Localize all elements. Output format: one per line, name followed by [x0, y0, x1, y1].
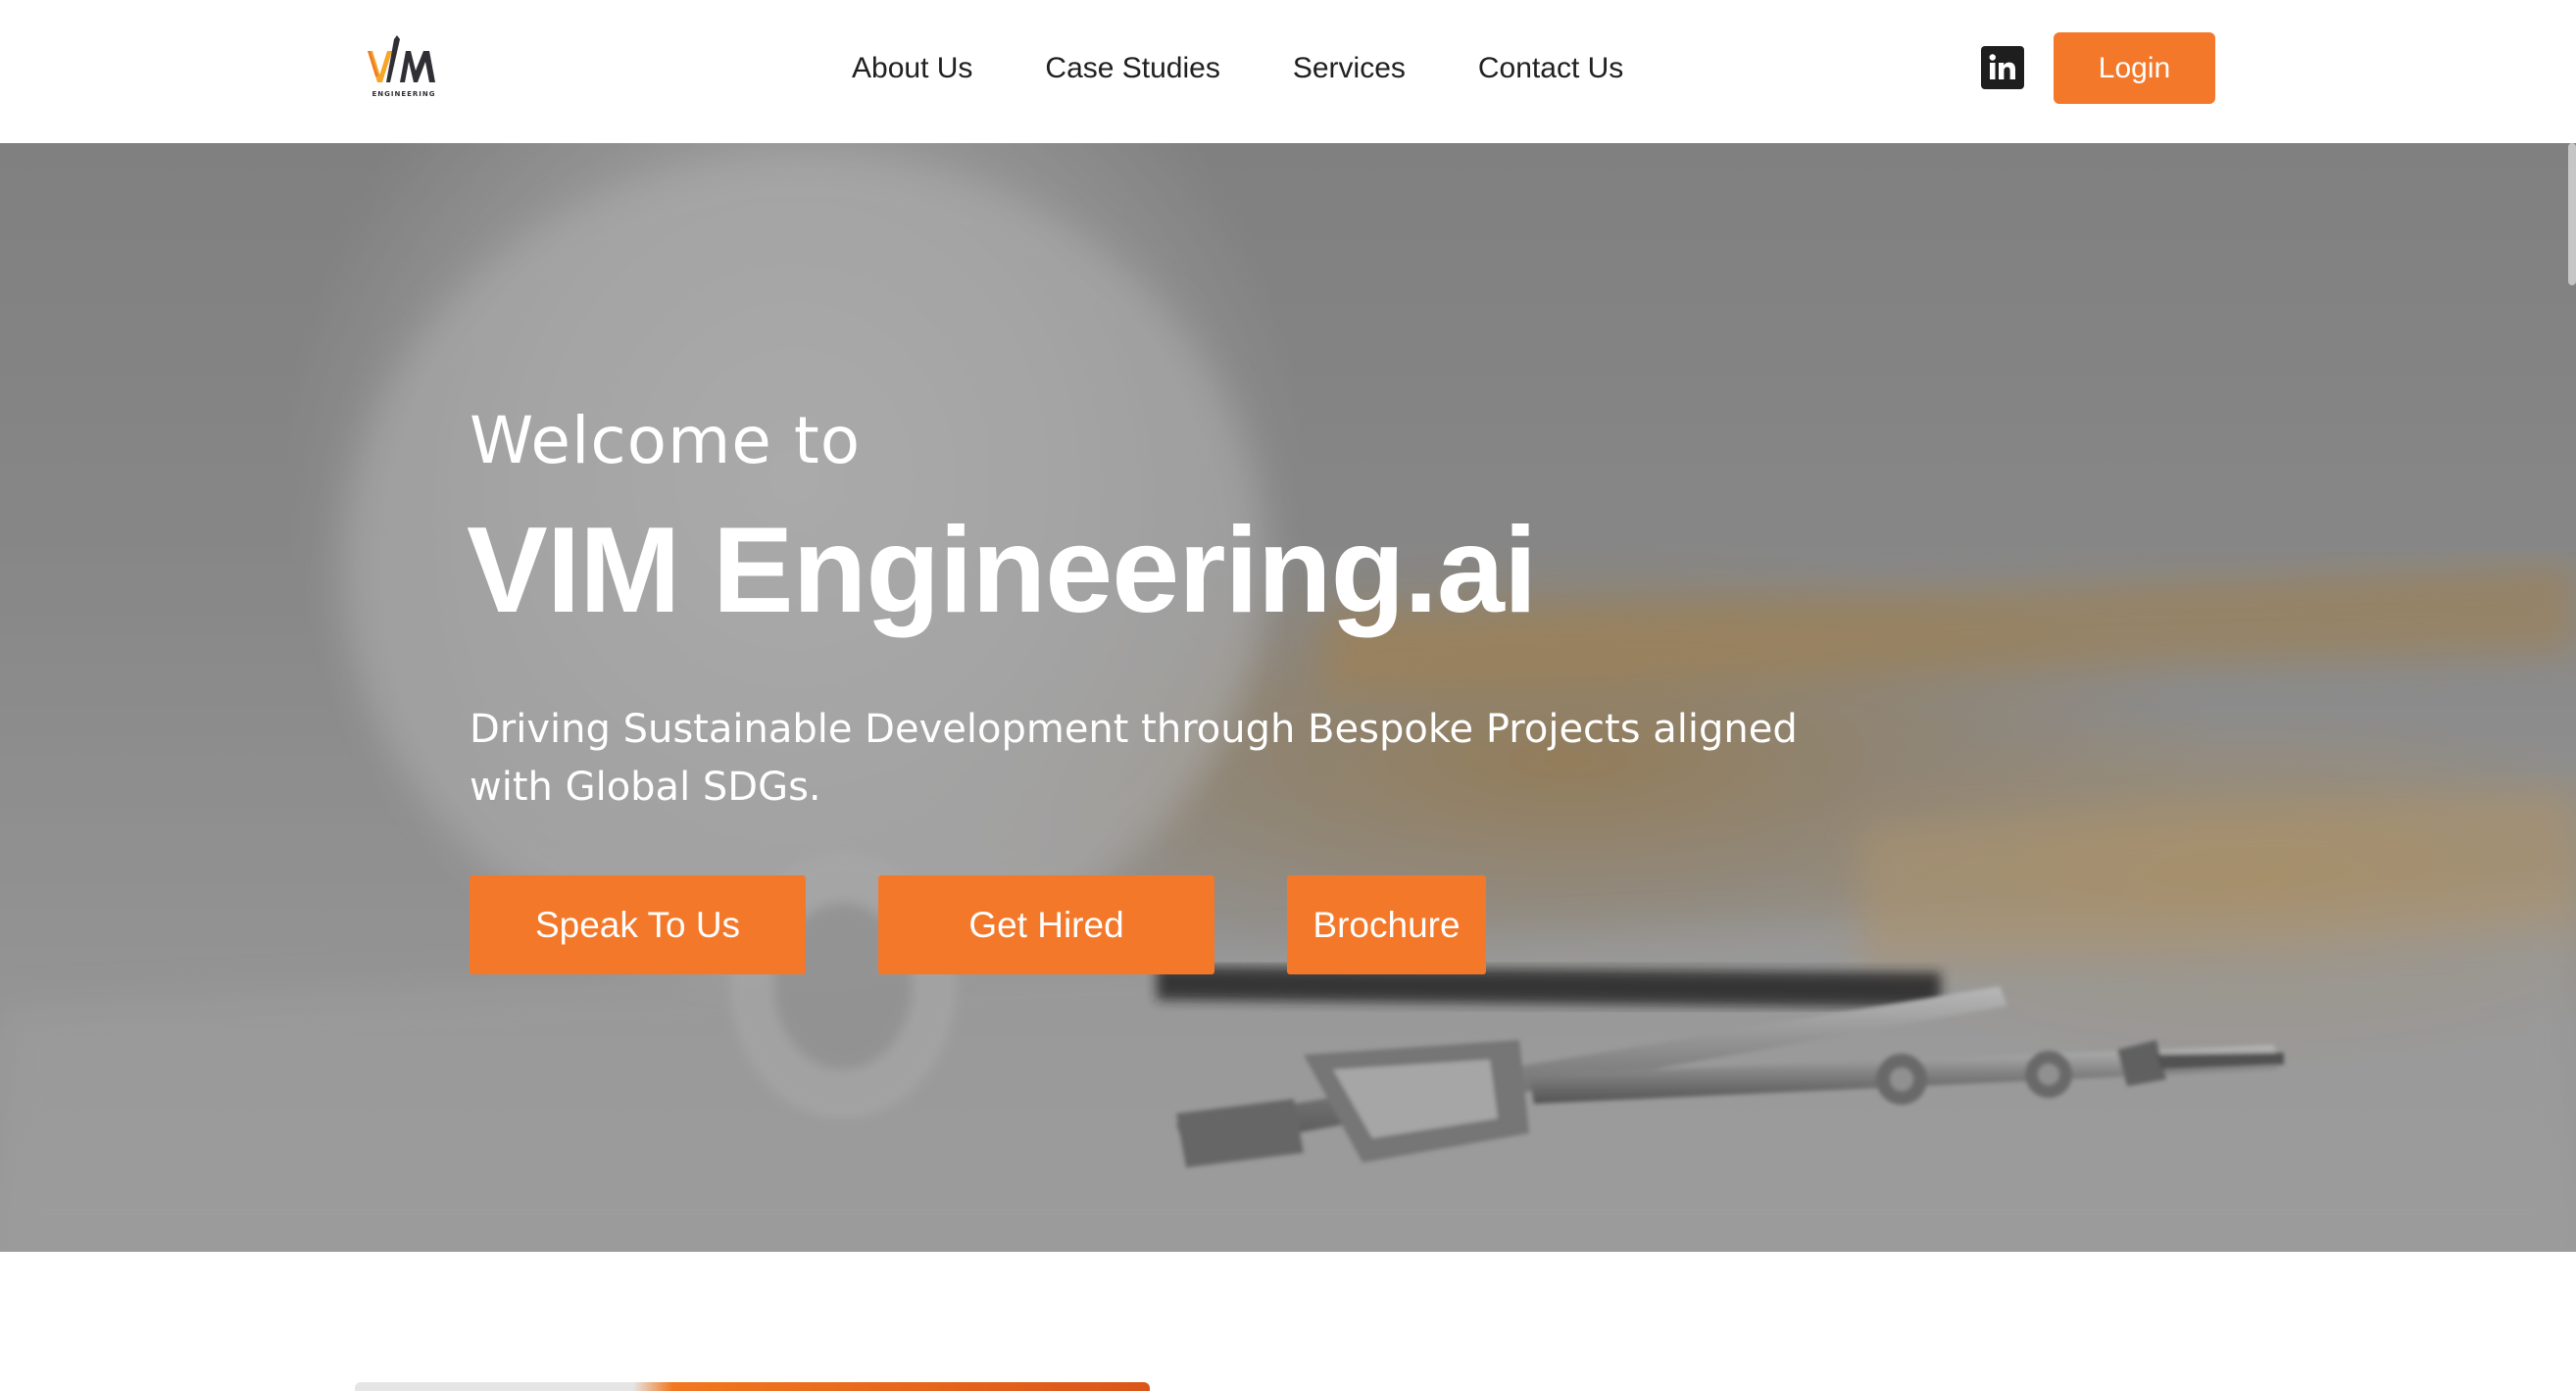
main-nav: About Us Case Studies Services Contact U…: [852, 0, 1623, 137]
hero-overlay: [0, 143, 2576, 1252]
hero-subtitle: Driving Sustainable Development through …: [470, 707, 1798, 810]
hero-title: VIM Engineering.ai: [467, 503, 1537, 638]
get-hired-button[interactable]: Get Hired: [878, 875, 1214, 974]
login-button[interactable]: Login: [2054, 32, 2215, 104]
company-logo[interactable]: ENGINEERING: [365, 29, 443, 104]
speak-to-us-button[interactable]: Speak To Us: [470, 875, 806, 974]
nav-case-studies[interactable]: Case Studies: [1045, 52, 1219, 85]
scrollbar-thumb[interactable]: [2568, 143, 2576, 285]
linkedin-icon[interactable]: [1981, 46, 2024, 89]
section-image-teaser: [355, 1382, 1150, 1391]
site-header: ENGINEERING About Us Case Studies Servic…: [0, 0, 2576, 143]
hero-section: Welcome to VIM Engineering.ai Driving Su…: [0, 143, 2576, 1252]
hero-welcome-text: Welcome to: [470, 403, 862, 478]
nav-contact-us[interactable]: Contact Us: [1478, 52, 1623, 85]
logo-caption: ENGINEERING: [372, 90, 436, 98]
nav-about-us[interactable]: About Us: [852, 52, 972, 85]
brochure-button[interactable]: Brochure: [1287, 875, 1486, 974]
nav-services[interactable]: Services: [1293, 52, 1406, 85]
